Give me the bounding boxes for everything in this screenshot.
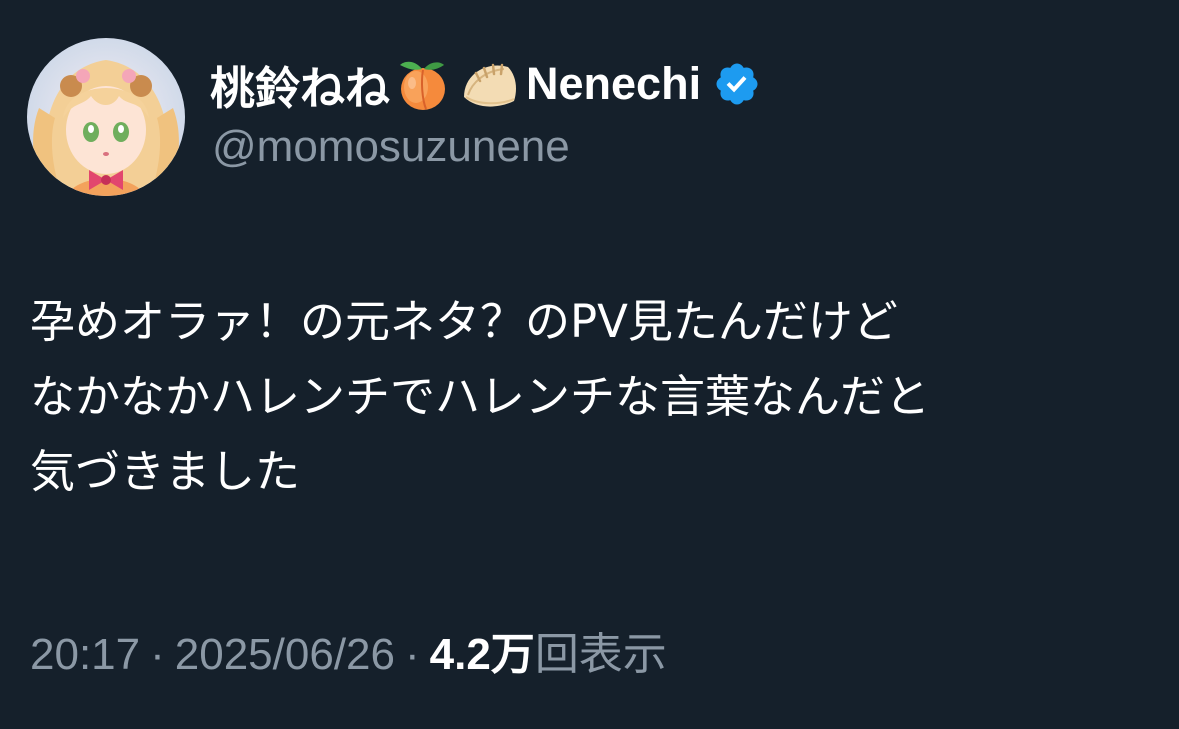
meta-separator: · [404, 630, 420, 679]
tweet-text-line: 孕めオラァ！の元ネタ？のPV見たんだけど [30, 295, 898, 348]
author-name-row[interactable]: 桃鈴ねね Nenechi [210, 52, 761, 116]
peach-emoji-icon [392, 53, 454, 115]
dumpling-emoji-icon [458, 53, 520, 115]
author-handle[interactable]: @momosuzunene [212, 122, 570, 172]
author-name-suffix: Nenechi [526, 58, 702, 109]
author-display-name: 桃鈴ねね [210, 61, 391, 115]
meta-separator: · [150, 630, 165, 679]
tweet-text-line: 気づきました [30, 445, 301, 498]
tweet-text: 孕めオラァ！の元ネタ？のPV見たんだけど なかなかハレンチでハレンチな言葉なんだ… [30, 284, 1160, 509]
verified-badge-icon[interactable] [713, 60, 761, 108]
views-label: 回表示 [534, 629, 667, 680]
tweet-date[interactable]: 2025/06/26 [175, 630, 395, 679]
tweet-time[interactable]: 20:17 [30, 630, 140, 679]
tweet: 桃鈴ねね Nenechi @momosuzunene 孕めオラァ！の元ネタ？のP… [0, 0, 1179, 729]
views-count: 4.2万 [429, 630, 535, 679]
avatar[interactable] [27, 38, 185, 196]
tweet-meta: 20:17 · 2025/06/26 · 4.2万回表示 [30, 618, 667, 682]
tweet-text-line: なかなかハレンチでハレンチな言葉なんだと [30, 370, 931, 423]
